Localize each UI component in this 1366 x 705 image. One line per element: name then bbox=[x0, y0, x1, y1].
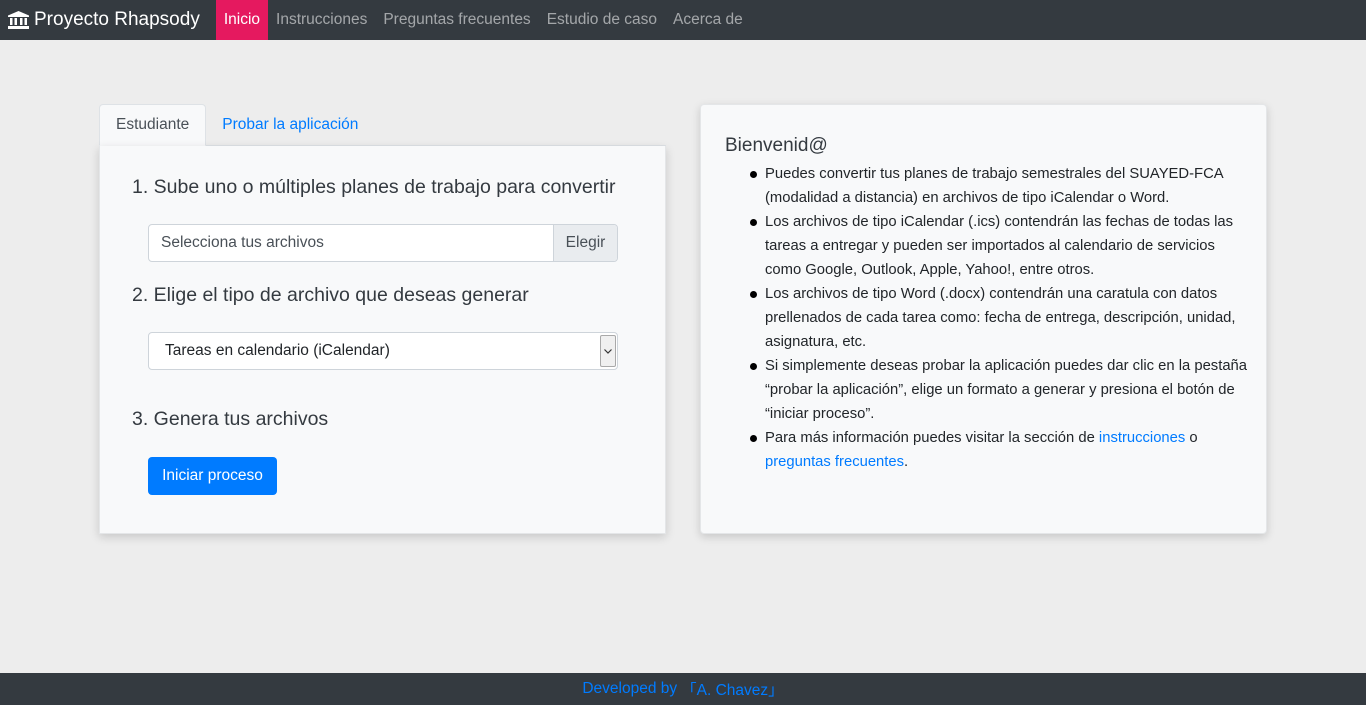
footer: Developed by 「A. Chavez」 bbox=[0, 673, 1366, 705]
top-navbar: Proyecto Rhapsody Inicio Instrucciones P… bbox=[0, 0, 1366, 40]
nav-item-acerca-de[interactable]: Acerca de bbox=[665, 0, 751, 40]
footer-text: Developed by bbox=[582, 680, 678, 697]
nav-item-inicio[interactable]: Inicio bbox=[215, 0, 269, 40]
list-item-text: . bbox=[904, 454, 909, 470]
tab-estudiante[interactable]: Estudiante bbox=[99, 104, 207, 146]
nav-item-preguntas-frecuentes[interactable]: Preguntas frecuentes bbox=[375, 0, 538, 40]
select-value: Tareas en calendario (iCalendar) bbox=[165, 342, 390, 359]
browse-button[interactable]: Elegir bbox=[553, 225, 617, 261]
list-item: Para más información puedes visitar la s… bbox=[750, 426, 1249, 474]
preguntas-frecuentes-link[interactable]: preguntas frecuentes bbox=[765, 454, 904, 470]
list-item-text: o bbox=[1185, 430, 1198, 446]
info-list: Puedes convertir tus planes de trabajo s… bbox=[750, 162, 1249, 474]
welcome-card: Bienvenid@ Puedes convertir tus planes d… bbox=[700, 104, 1267, 534]
instrucciones-link[interactable]: instrucciones bbox=[1099, 430, 1185, 446]
bank-icon bbox=[8, 11, 29, 29]
list-item-text: Para más información puedes visitar la s… bbox=[765, 430, 1099, 446]
file-input[interactable]: Selecciona tus archivos Elegir bbox=[148, 224, 618, 262]
nav-item-estudio-de-caso[interactable]: Estudio de caso bbox=[539, 0, 665, 40]
file-type-select[interactable]: Tareas en calendario (iCalendar) bbox=[148, 332, 618, 370]
upload-section: Estudiante Probar la aplicación 1. Sube … bbox=[99, 104, 666, 534]
list-item: Puedes convertir tus planes de trabajo s… bbox=[750, 162, 1249, 210]
brand-link[interactable]: Proyecto Rhapsody bbox=[0, 0, 216, 40]
nav-item-instrucciones[interactable]: Instrucciones bbox=[268, 0, 375, 40]
step3-title: 3. Genera tus archivos bbox=[132, 408, 329, 430]
step1-title: 1. Sube uno o múltiples planes de trabaj… bbox=[132, 176, 616, 198]
welcome-title: Bienvenid@ bbox=[725, 135, 828, 156]
chevron-down-icon[interactable] bbox=[600, 335, 616, 367]
file-input-placeholder: Selecciona tus archivos bbox=[161, 234, 324, 251]
tab-bar: Estudiante Probar la aplicación bbox=[99, 104, 666, 146]
list-item: Los archivos de tipo Word (.docx) conten… bbox=[750, 282, 1249, 354]
author-link[interactable]: 「A. Chavez」 bbox=[681, 678, 784, 700]
start-process-button[interactable]: Iniciar proceso bbox=[148, 457, 277, 495]
list-item: Si simplemente deseas probar la aplicaci… bbox=[750, 354, 1249, 426]
upload-panel: 1. Sube uno o múltiples planes de trabaj… bbox=[99, 146, 666, 534]
brand-label: Proyecto Rhapsody bbox=[34, 9, 200, 30]
tab-probar-aplicacion[interactable]: Probar la aplicación bbox=[206, 104, 374, 145]
list-item: Los archivos de tipo iCalendar (.ics) co… bbox=[750, 210, 1249, 282]
step2-title: 2. Elige el tipo de archivo que deseas g… bbox=[132, 284, 529, 306]
